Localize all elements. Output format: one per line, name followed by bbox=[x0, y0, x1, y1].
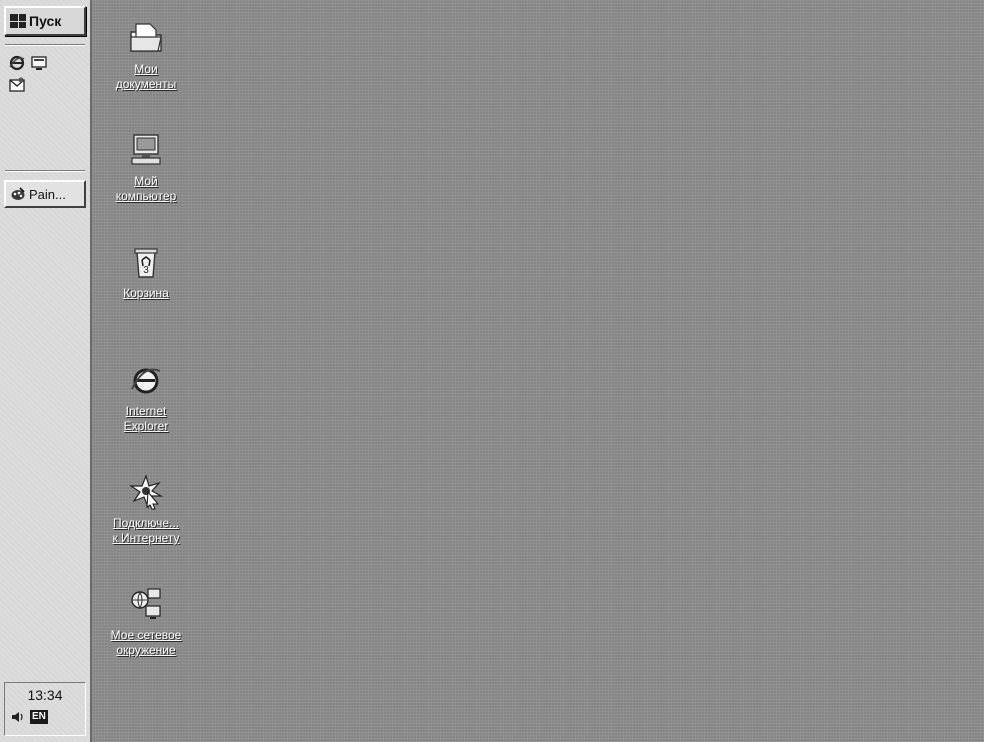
start-button-label: Пуск bbox=[29, 13, 62, 29]
taskbar: Пуск Pain... 13:34 EN bbox=[0, 0, 92, 742]
connect-to-internet-icon bbox=[129, 474, 164, 510]
volume-icon[interactable] bbox=[11, 710, 25, 724]
windows-logo-icon bbox=[10, 14, 26, 28]
network-neighborhood-icon bbox=[131, 588, 161, 619]
desktop: Мои документы Мой компьютер 3 Корзина In… bbox=[92, 0, 984, 742]
taskbar-divider bbox=[5, 170, 85, 172]
desktop-icon-label: Мой компьютер bbox=[115, 174, 177, 203]
my-documents-icon bbox=[130, 23, 162, 52]
desktop-icon-label: Мои документы bbox=[115, 62, 177, 91]
desktop-icon-internet-explorer[interactable]: Internet Explorer bbox=[86, 362, 206, 434]
start-button[interactable]: Пуск bbox=[4, 6, 86, 36]
internet-explorer-icon bbox=[131, 368, 161, 394]
desktop-icon-my-documents[interactable]: Мои документы bbox=[86, 20, 206, 92]
system-tray: 13:34 EN bbox=[4, 682, 86, 736]
task-button-label: Pain... bbox=[29, 186, 66, 202]
show-desktop-icon[interactable] bbox=[30, 54, 48, 72]
recycle-bin-icon: 3 bbox=[134, 248, 158, 278]
desktop-icon-label: Мое сетевое окружение bbox=[110, 628, 182, 657]
desktop-icon-label: Корзина bbox=[123, 286, 169, 300]
ie-icon[interactable] bbox=[8, 54, 26, 72]
my-computer-icon bbox=[131, 134, 161, 165]
desktop-icon-network-neighborhood[interactable]: Мое сетевое окружение bbox=[86, 586, 206, 658]
tray-icons: EN bbox=[11, 710, 48, 724]
desktop-icon-label: Internet Explorer bbox=[123, 404, 169, 433]
task-button-paint[interactable]: Pain... bbox=[4, 180, 86, 208]
desktop-icon-label: Подключе... к Интернету bbox=[112, 516, 180, 545]
language-indicator[interactable]: EN bbox=[30, 710, 48, 724]
svg-text:3: 3 bbox=[143, 265, 149, 276]
paint-icon bbox=[11, 187, 25, 200]
desktop-icon-my-computer[interactable]: Мой компьютер bbox=[86, 132, 206, 204]
quick-launch-bar bbox=[6, 52, 84, 112]
taskbar-divider bbox=[5, 44, 85, 46]
desktop-icon-recycle-bin[interactable]: 3 Корзина bbox=[86, 244, 206, 301]
outlook-icon[interactable] bbox=[8, 76, 26, 94]
desktop-icon-connect-to-internet[interactable]: Подключе... к Интернету bbox=[86, 474, 206, 546]
clock[interactable]: 13:34 bbox=[5, 687, 85, 703]
